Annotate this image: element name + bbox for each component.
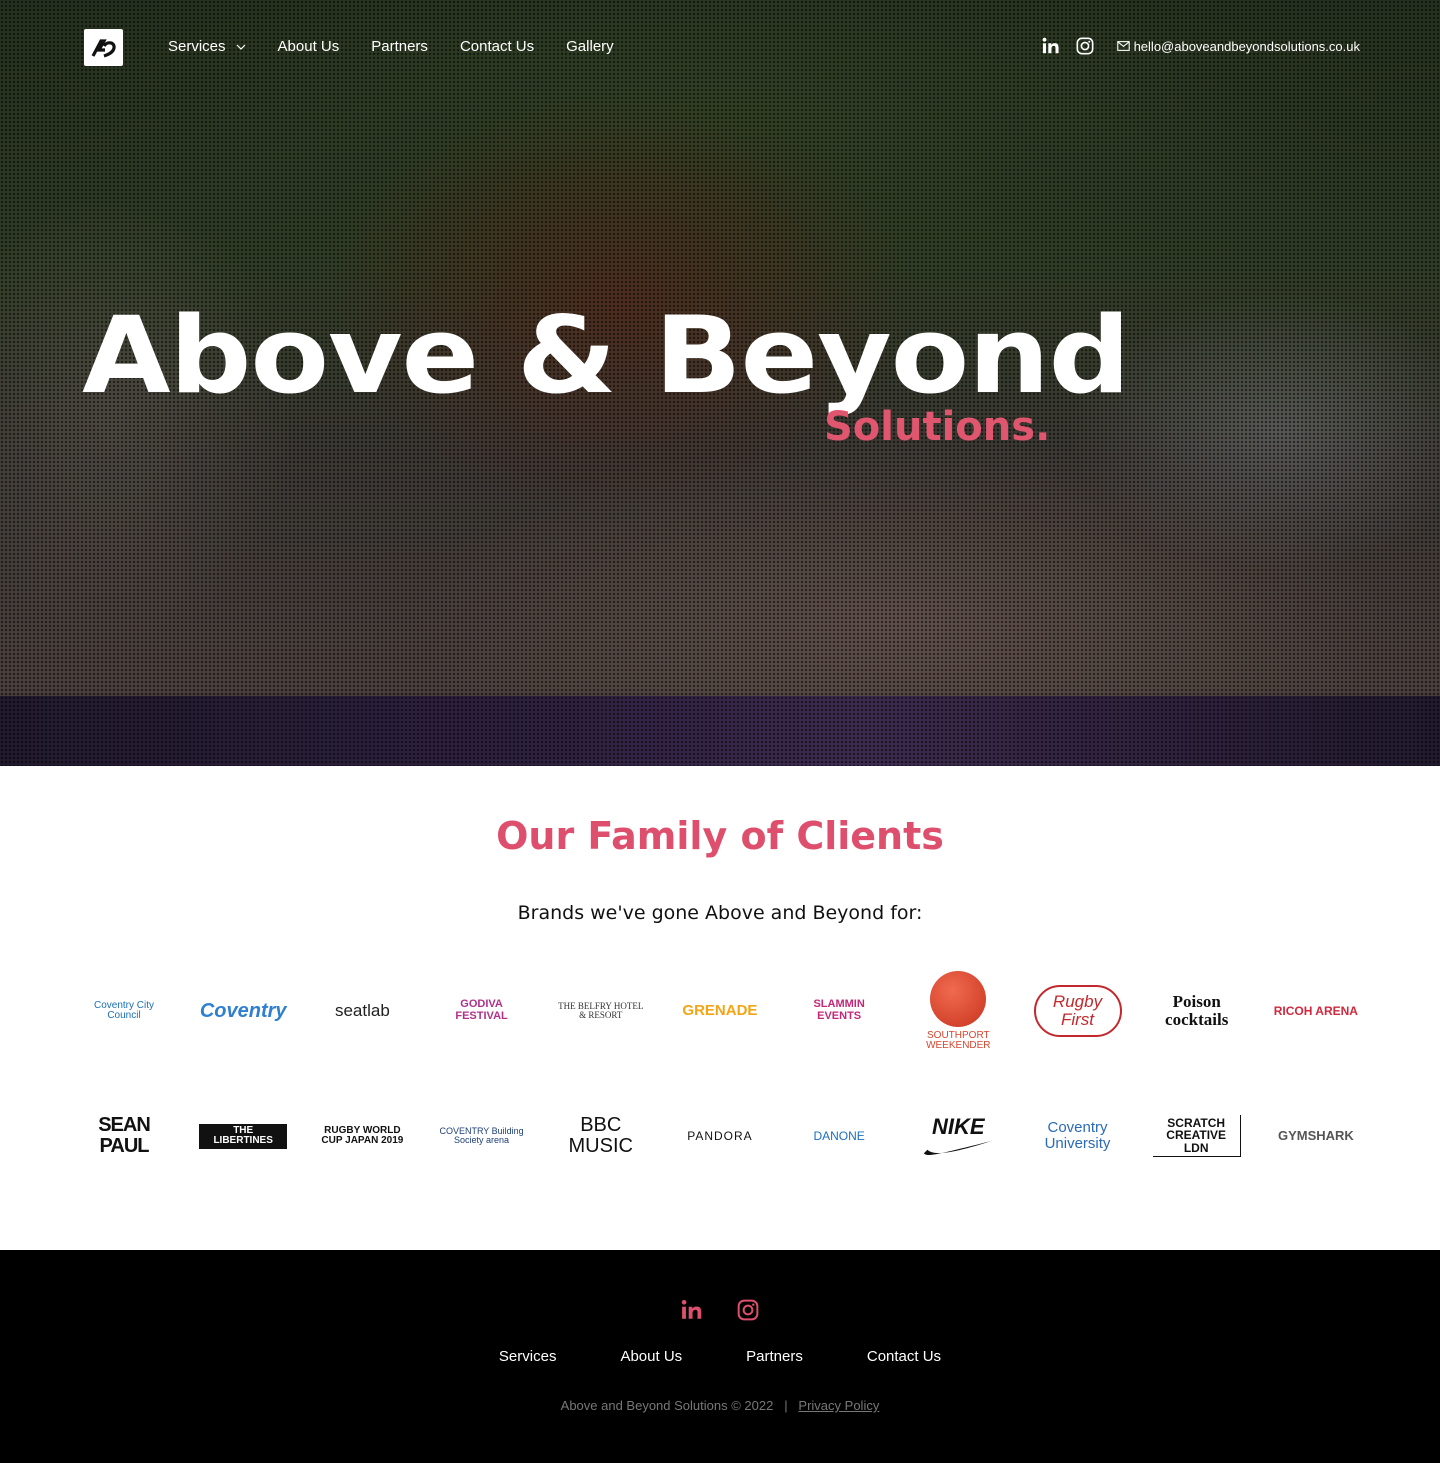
linkedin-icon[interactable]	[1041, 36, 1061, 56]
client-logo-label: GYMSHARK	[1277, 1128, 1354, 1144]
client-logo-slammin-events: SLAMMIN EVENTS	[795, 981, 883, 1041]
client-logo-label: SLAMMIN EVENTS	[813, 998, 865, 1022]
client-logo-label: THE BELFRY HOTEL & RESORT	[558, 1000, 644, 1020]
client-logo-label: Rugby First	[1033, 985, 1122, 1037]
footer-link-about-us[interactable]: About Us	[620, 1348, 682, 1365]
client-logo-label: RICOH ARENA	[1273, 1003, 1358, 1018]
client-logo-godiva-festival: GODIVA FESTIVAL	[438, 981, 526, 1041]
client-logo-coventry: Coventry	[199, 981, 287, 1041]
client-logo-rugby-world-cup: RUGBY WORLD CUP JAPAN 2019	[318, 1106, 406, 1166]
client-logo-danone: DANONE	[795, 1106, 883, 1166]
client-logo-seatlab: seatlab	[318, 981, 406, 1041]
client-logo-rugby-first: Rugby First	[1033, 981, 1122, 1041]
client-logo-label: COVENTRY Building Society arena	[439, 1125, 524, 1145]
nav-item-label: Gallery	[566, 38, 614, 55]
footer-copyright: Above and Beyond Solutions © 2022 | Priv…	[0, 1398, 1440, 1413]
nav-item-label: Services	[168, 38, 226, 55]
footer-link-services[interactable]: Services	[499, 1348, 557, 1365]
client-logo-scratch-creative-ldn: SCRATCH CREATIVE LDN	[1152, 1106, 1241, 1166]
nav-item-partners[interactable]: Partners	[371, 38, 428, 55]
site-logo[interactable]	[84, 29, 123, 66]
southport-globe-icon	[930, 970, 987, 1027]
client-logo-label: DANONE	[813, 1128, 865, 1143]
footer-separator: |	[784, 1398, 788, 1413]
logo-icon	[91, 38, 116, 58]
main-menu: Services About Us Partners Contact Us Ga…	[168, 38, 646, 55]
clients-section: Our Family of Clients Brands we've gone …	[0, 766, 1440, 1250]
client-logo-southport-weekender: SOUTHPORT WEEKENDER	[914, 966, 1002, 1056]
client-logo-poison-cocktails: Poison cocktails	[1153, 981, 1241, 1041]
email-address: hello@aboveandbeyondsolutions.co.uk	[1133, 38, 1360, 54]
client-logo-label: SCRATCH CREATIVE LDN	[1152, 1114, 1241, 1158]
footer-link-partners[interactable]: Partners	[746, 1348, 803, 1365]
client-logo-nike: NIKE	[914, 1106, 1002, 1166]
privacy-policy-link[interactable]: Privacy Policy	[798, 1398, 879, 1413]
client-logo-label: BBC MUSIC	[568, 1114, 633, 1157]
nav-item-about-us[interactable]: About Us	[278, 38, 340, 55]
nav-contact-area: hello@aboveandbeyondsolutions.co.uk	[1041, 36, 1360, 56]
client-logo-coventry-university: Coventry University	[1034, 1106, 1122, 1166]
client-logo-the-belfry: THE BELFRY HOTEL & RESORT	[557, 981, 645, 1041]
client-logo-row-2: SEAN PAUL THE LIBERTINES RUGBY WORLD CUP…	[80, 1104, 1360, 1168]
instagram-icon[interactable]	[736, 1298, 760, 1322]
nav-item-label: Contact Us	[459, 38, 535, 55]
client-logo-label: Coventry	[199, 999, 287, 1022]
client-logo-label: seatlab	[334, 1001, 390, 1021]
nike-swoosh-icon	[924, 1140, 993, 1155]
client-logo-label: NIKE	[932, 1114, 985, 1140]
footer-link-contact-us[interactable]: Contact Us	[867, 1348, 941, 1365]
client-logo-label: SEAN PAUL	[98, 1114, 151, 1157]
client-logo-bbc-music: BBC MUSIC	[557, 1106, 645, 1166]
client-logo-label: GRENADE	[682, 1002, 758, 1020]
client-logo-pandora: PANDORA	[676, 1106, 764, 1166]
clients-heading: Our Family of Clients	[496, 814, 944, 858]
client-logo-coventry-city-council: Coventry City Council	[80, 981, 168, 1041]
copyright-text: Above and Beyond Solutions © 2022	[560, 1398, 774, 1413]
instagram-icon[interactable]	[1075, 36, 1095, 56]
top-nav: Services About Us Partners Contact Us Ga…	[0, 0, 1440, 96]
client-logo-label: Coventry University	[1044, 1119, 1111, 1152]
email-link[interactable]: hello@aboveandbeyondsolutions.co.uk	[1116, 38, 1360, 54]
client-logo-sean-paul: SEAN PAUL	[80, 1106, 168, 1166]
client-logo-label: Coventry City Council	[93, 999, 154, 1021]
client-logo-coventry-arena: COVENTRY Building Society arena	[438, 1106, 526, 1166]
hero-subtitle: Solutions.	[824, 404, 1051, 450]
client-logo-label: THE LIBERTINES	[199, 1123, 288, 1149]
client-logo-label: RUGBY WORLD CUP JAPAN 2019	[321, 1124, 404, 1146]
nav-item-contact-us[interactable]: Contact Us	[460, 38, 534, 55]
nav-item-services[interactable]: Services	[168, 38, 246, 55]
client-logo-label: PANDORA	[687, 1128, 753, 1143]
footer-social	[0, 1298, 1440, 1322]
clients-subheading: Brands we've gone Above and Beyond for:	[517, 902, 923, 924]
client-logo-grenade: GRENADE	[676, 981, 764, 1041]
site-footer: Services About Us Partners Contact Us Ab…	[0, 1250, 1440, 1463]
client-logo-gymshark: GYMSHARK	[1272, 1106, 1360, 1166]
nav-item-label: About Us	[277, 38, 340, 55]
nav-item-label: Partners	[371, 38, 428, 55]
hero-section: Services About Us Partners Contact Us Ga…	[0, 0, 1440, 766]
footer-menu: Services About Us Partners Contact Us	[0, 1348, 1440, 1365]
chevron-down-icon	[236, 44, 245, 50]
client-logo-label: GODIVA FESTIVAL	[455, 998, 508, 1022]
nav-item-gallery[interactable]: Gallery	[566, 38, 614, 55]
client-logo-label: Poison cocktails	[1165, 992, 1229, 1029]
client-logo-the-libertines: THE LIBERTINES	[199, 1106, 288, 1166]
mail-icon	[1116, 41, 1130, 51]
client-logo-row-1: Coventry City Council Coventry seatlab G…	[80, 966, 1360, 1056]
hero-title: Above & Beyond	[82, 294, 1131, 417]
linkedin-icon[interactable]	[680, 1298, 704, 1322]
client-logo-ricoh-arena: RICOH ARENA	[1272, 981, 1360, 1041]
client-logo-label: SOUTHPORT WEEKENDER	[926, 1029, 991, 1051]
